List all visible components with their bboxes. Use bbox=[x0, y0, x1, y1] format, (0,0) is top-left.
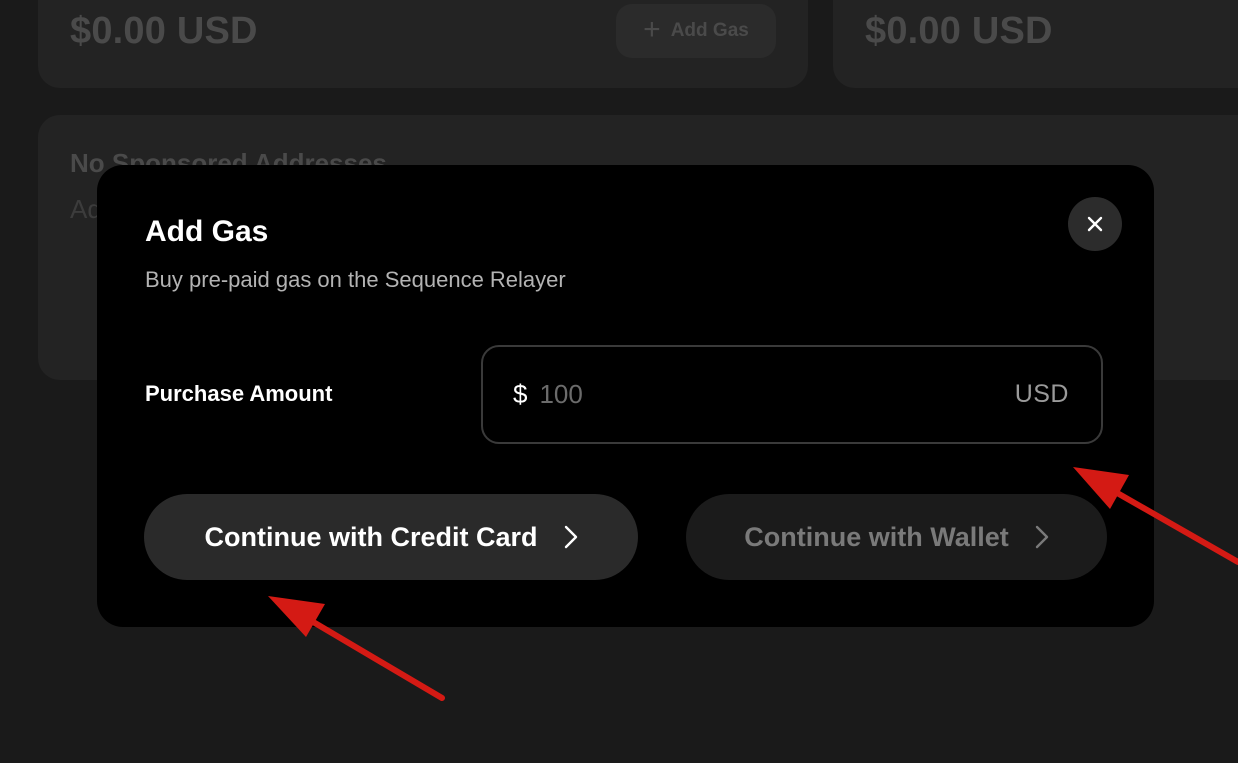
gas-balance-amount: $0.00 USD bbox=[70, 10, 258, 52]
add-gas-button[interactable]: + Add Gas bbox=[616, 4, 776, 58]
close-icon bbox=[1087, 216, 1103, 232]
close-button[interactable] bbox=[1068, 197, 1122, 251]
continue-credit-card-label: Continue with Credit Card bbox=[204, 521, 538, 552]
continue-credit-card-button[interactable]: Continue with Credit Card bbox=[144, 494, 638, 580]
currency-unit-label: USD bbox=[1014, 380, 1069, 408]
purchase-amount-input[interactable] bbox=[539, 379, 1015, 410]
continue-wallet-button[interactable]: Continue with Wallet bbox=[686, 494, 1107, 580]
modal-subtitle: Buy pre-paid gas on the Sequence Relayer bbox=[145, 267, 566, 292]
secondary-balance-amount: $0.00 USD bbox=[865, 10, 1053, 52]
modal-title: Add Gas bbox=[145, 215, 269, 248]
page: $0.00 USD + Add Gas $0.00 USD No Sponsor… bbox=[0, 0, 1238, 763]
continue-wallet-label: Continue with Wallet bbox=[744, 521, 1009, 552]
purchase-amount-label: Purchase Amount bbox=[145, 381, 333, 406]
add-gas-modal: Add Gas Buy pre-paid gas on the Sequence… bbox=[97, 165, 1154, 627]
plus-icon: + bbox=[643, 12, 661, 46]
add-gas-button-label: Add Gas bbox=[670, 20, 749, 41]
currency-symbol: $ bbox=[513, 379, 528, 409]
purchase-amount-field[interactable]: $ USD bbox=[481, 345, 1103, 444]
chevron-right-icon bbox=[564, 525, 578, 549]
chevron-right-icon bbox=[1035, 525, 1049, 549]
